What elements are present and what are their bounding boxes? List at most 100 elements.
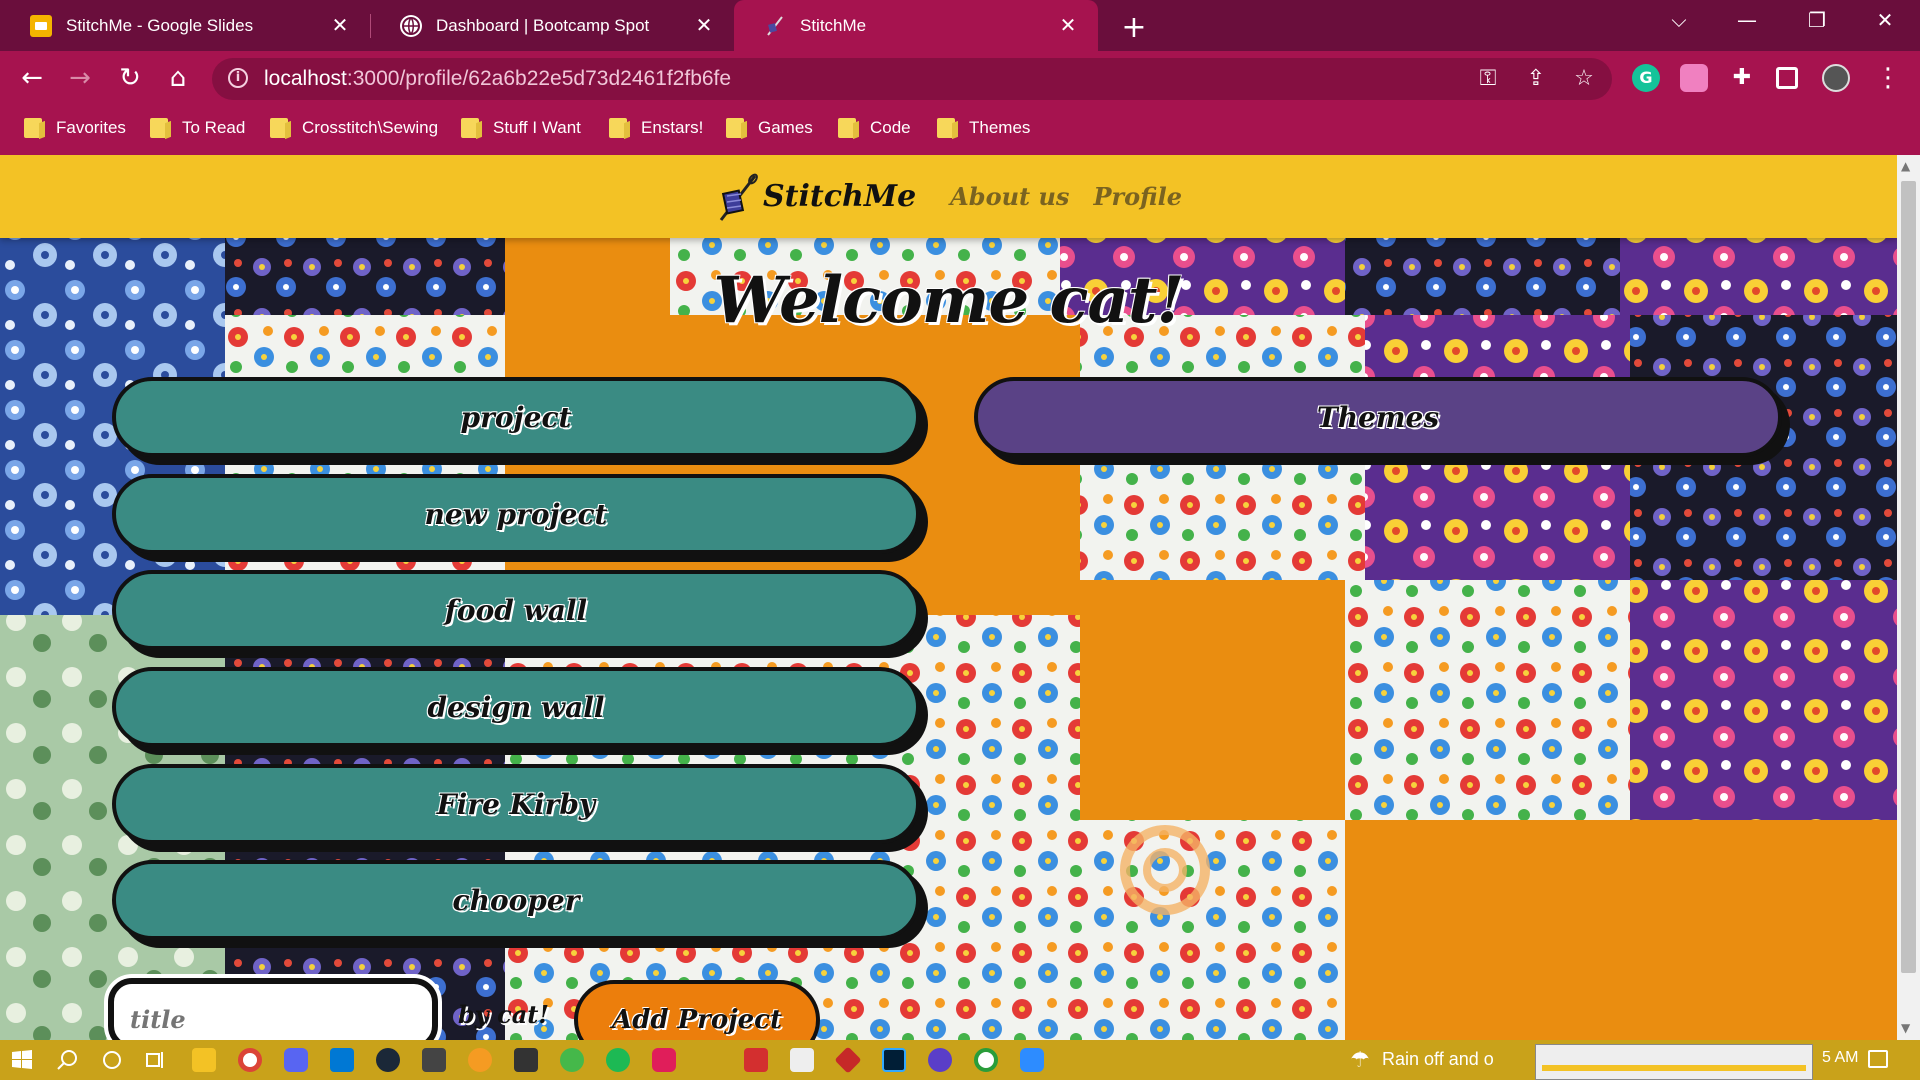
share-icon[interactable]: ⇪ [1522,66,1550,91]
search-icon[interactable] [56,1048,80,1072]
nav-about-link[interactable]: About us [950,182,1069,211]
bookmarks-bar: Favorites To Read Crosstitch\Sewing Stuf… [0,105,1920,155]
tab-title: Dashboard | Bootcamp Spot [436,15,650,35]
window-close-button[interactable]: ✕ [1870,8,1900,32]
key-icon[interactable]: ⚿ [1474,66,1502,91]
window-preview-thumbnail[interactable] [1535,1044,1813,1080]
bookmark-folder[interactable]: To Read [150,118,245,138]
brand-logo-link[interactable]: StitchMe [715,172,916,222]
project-button[interactable]: project [112,377,920,457]
back-button[interactable]: ← [16,63,48,93]
weather-text[interactable]: Rain off and o [1382,1049,1494,1070]
tab-bootcamp-spot[interactable]: Dashboard | Bootcamp Spot ✕ [370,0,734,51]
file-explorer-icon[interactable] [192,1048,216,1072]
brand-name: StitchMe [763,179,917,214]
acrobat-icon[interactable] [744,1048,768,1072]
grammarly-icon[interactable]: G [1632,64,1660,92]
weather-icon: ☂ [1350,1048,1370,1073]
project-button[interactable]: food wall [112,570,920,650]
chrome-icon[interactable] [238,1048,262,1072]
menu-icon[interactable]: ⋮ [1872,63,1904,93]
project-button[interactable]: new project [112,474,920,554]
themes-button[interactable]: Themes [974,377,1782,457]
folder-icon [461,118,479,138]
url-text: localhost:3000/profile/62a6b22e5d73d2461… [264,67,732,90]
bookmark-folder[interactable]: Themes [937,118,1030,138]
windows-start-icon[interactable] [10,1048,34,1072]
author-byline: by cat! [458,1000,549,1029]
forward-button[interactable]: → [64,63,96,93]
tab-stitchme[interactable]: StitchMe ✕ [734,0,1098,51]
notification-icon[interactable] [1868,1050,1888,1068]
site-navbar: StitchMe About us Profile [0,155,1897,238]
bookmark-folder[interactable]: Games [726,118,813,138]
vscode-icon[interactable] [330,1048,354,1072]
folder-icon [609,118,627,138]
app-icon[interactable] [468,1048,492,1072]
discord-icon[interactable] [284,1048,308,1072]
nav-profile-link[interactable]: Profile [1093,182,1182,211]
globe-icon [400,14,422,37]
cortana-icon[interactable] [100,1048,124,1072]
app-icon[interactable] [790,1048,814,1072]
bookmark-folder[interactable]: Crosstitch\Sewing [270,118,438,138]
needle-icon [764,15,786,37]
app-icon[interactable] [974,1048,998,1072]
project-title-input[interactable] [108,978,438,1040]
project-button[interactable]: design wall [112,667,920,747]
bookmark-folder[interactable]: Enstars! [609,118,703,138]
side-panel-icon[interactable] [1776,67,1798,89]
app-icon[interactable] [422,1048,446,1072]
add-project-button[interactable]: Add Project [574,980,820,1040]
tab-strip: StitchMe - Google Slides ✕ Dashboard | B… [0,0,1920,51]
folder-icon [838,118,856,138]
tab-google-slides[interactable]: StitchMe - Google Slides ✕ [0,0,371,51]
welcome-heading: Welcome cat! [713,263,1184,338]
steam-icon[interactable] [376,1048,400,1072]
close-icon[interactable]: ✕ [1056,13,1080,38]
windows-taskbar: ☂ Rain off and o 5 AM [0,1040,1920,1080]
site-info-icon[interactable]: i [228,68,248,88]
clock[interactable]: 5 AM [1822,1049,1858,1067]
folder-icon [937,118,955,138]
close-icon[interactable]: ✕ [692,13,716,38]
avatar[interactable] [1822,64,1850,92]
bookmark-folder[interactable]: Code [838,118,911,138]
tab-search-icon[interactable]: ⌵ [1664,8,1694,32]
close-icon[interactable]: ✕ [328,13,352,38]
page-viewport: StitchMe About us Profile Welcome cat! p… [0,155,1897,1040]
scroll-down-icon[interactable]: ▼ [1901,1021,1910,1035]
app-icon[interactable] [834,1046,862,1074]
reload-button[interactable]: ↻ [114,63,146,93]
folder-icon [270,118,288,138]
new-tab-button[interactable]: + [1118,10,1150,45]
tab-title: StitchMe - Google Slides [66,15,254,35]
address-bar[interactable]: i localhost:3000/profile/62a6b22e5d73d24… [212,58,1612,100]
bookmark-star-icon[interactable]: ☆ [1570,66,1598,91]
home-button[interactable]: ⌂ [162,63,194,93]
app-icon[interactable] [928,1048,952,1072]
preview-bar [1542,1065,1806,1071]
slack-icon[interactable] [652,1048,676,1072]
bookmark-folder[interactable]: Favorites [24,118,126,138]
puzzle-icon[interactable]: ✚ [1728,64,1756,92]
restore-button[interactable]: ❐ [1802,8,1832,32]
needle-thread-icon [719,173,758,221]
photoshop-icon[interactable] [882,1048,906,1072]
scroll-up-icon[interactable]: ▲ [1901,159,1910,173]
zoom-icon[interactable] [1020,1048,1044,1072]
extension-icon[interactable] [1680,64,1708,92]
slides-icon [30,14,52,37]
spotify-icon[interactable] [606,1048,630,1072]
bookmark-folder[interactable]: Stuff I Want [461,118,581,138]
7zip-icon[interactable] [514,1048,538,1072]
page-scrollbar[interactable]: ▲ ▼ [1897,155,1920,1040]
scrollbar-thumb[interactable] [1901,181,1916,973]
minimize-button[interactable]: — [1732,8,1762,32]
tab-title: StitchMe [800,15,867,35]
folder-icon [726,118,744,138]
app-icon[interactable] [560,1048,584,1072]
project-button[interactable]: chooper [112,860,920,940]
task-view-icon[interactable] [144,1048,168,1072]
project-button[interactable]: Fire Kirby [112,764,920,844]
